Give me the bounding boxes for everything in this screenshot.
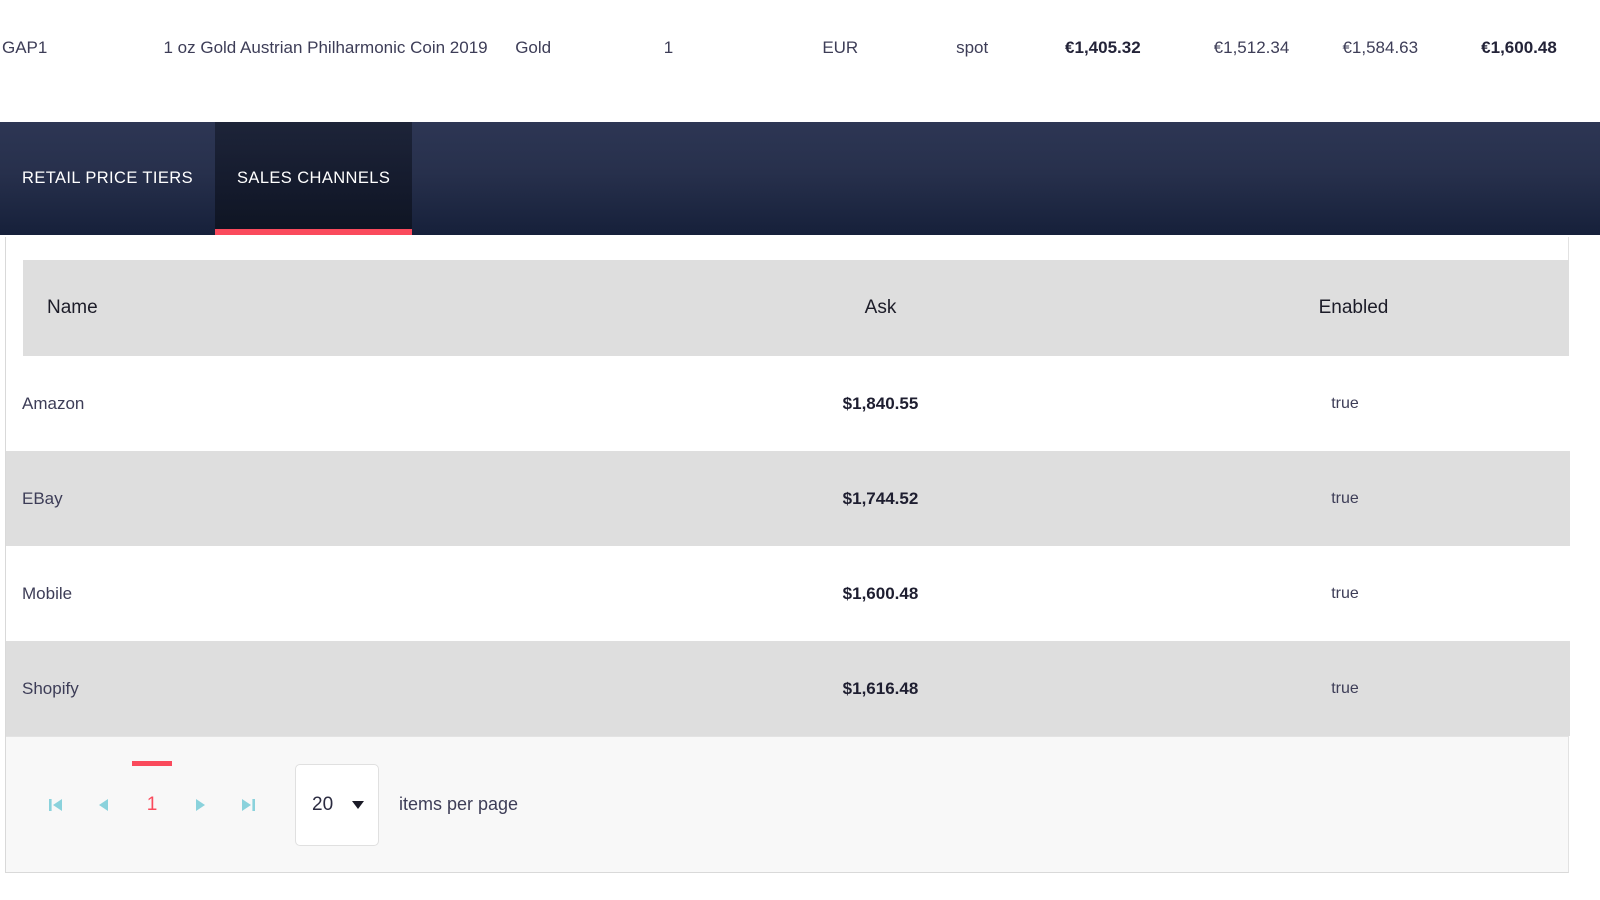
chevron-down-icon [352, 800, 364, 809]
tab-sales-channels-label: SALES CHANNELS [237, 169, 391, 187]
items-per-page-label: items per page [399, 794, 519, 814]
summary-price-4: €1,600.48 [1481, 38, 1557, 57]
column-header-name[interactable]: Name [23, 297, 623, 319]
cell-ask: $1,616.48 [842, 678, 919, 698]
summary-sku: GAP1 [2, 38, 48, 57]
cell-name: Amazon [22, 393, 85, 413]
active-tab-underline [215, 229, 413, 235]
table-row[interactable]: EBay $1,744.52 true [6, 451, 1570, 546]
go-to-previous-page-icon[interactable] [80, 777, 128, 833]
summary-price-2: €1,512.34 [1213, 38, 1290, 57]
page-size-value: 20 [312, 793, 334, 815]
summary-description: 1 oz Gold Austrian Philharmonic Coin 201… [163, 38, 488, 57]
product-summary-row[interactable]: GAP1 1 oz Gold Austrian Philharmonic Coi… [0, 0, 1600, 96]
page-size-select[interactable]: 20 [295, 763, 379, 846]
sales-channels-grid: Name Ask Enabled Amazon $1,840.55 true E… [5, 237, 1570, 873]
summary-metal: Gold [515, 38, 552, 57]
cell-ask: $1,600.48 [842, 583, 919, 603]
tab-strip: RETAIL PRICE TIERS SALES CHANNELS [0, 122, 1600, 235]
grid-body: Amazon $1,840.55 true EBay $1,744.52 tru… [6, 356, 1570, 736]
tab-sales-channels[interactable]: SALES CHANNELS [215, 122, 413, 235]
summary-price-1: €1,405.32 [1065, 38, 1141, 57]
page-number-1[interactable]: 1 [128, 760, 176, 833]
column-header-ask[interactable]: Ask [623, 297, 1138, 319]
go-to-next-page-icon[interactable] [176, 777, 224, 833]
summary-price-3: €1,584.63 [1342, 38, 1419, 57]
cell-name: EBay [22, 488, 63, 508]
summary-quantity: 1 [663, 38, 674, 57]
grid-header-row: Name Ask Enabled [23, 260, 1569, 356]
table-row[interactable]: Amazon $1,840.55 true [6, 356, 1570, 451]
column-header-enabled[interactable]: Enabled [1138, 297, 1569, 319]
summary-price-type: spot [956, 38, 989, 57]
cell-ask: $1,840.55 [842, 393, 919, 413]
cell-enabled: true [1331, 489, 1359, 507]
cell-enabled: true [1331, 584, 1359, 602]
cell-ask: $1,744.52 [842, 488, 919, 508]
cell-enabled: true [1331, 679, 1359, 697]
table-row[interactable]: Shopify $1,616.48 true [6, 641, 1570, 736]
cell-enabled: true [1331, 394, 1359, 412]
go-to-first-page-icon[interactable] [32, 777, 80, 833]
table-row[interactable]: Mobile $1,600.48 true [6, 546, 1570, 641]
tab-retail-price-tiers[interactable]: RETAIL PRICE TIERS [0, 122, 215, 235]
pager: 1 20 items per page [6, 736, 1568, 872]
pager-controls: 1 20 items per page [6, 760, 519, 846]
cell-name: Mobile [22, 583, 73, 603]
tab-retail-price-tiers-label: RETAIL PRICE TIERS [22, 169, 194, 187]
go-to-last-page-icon[interactable] [224, 777, 272, 833]
cell-name: Shopify [22, 678, 79, 698]
summary-currency: EUR [822, 38, 859, 57]
page-number-1-label: 1 [146, 793, 158, 815]
